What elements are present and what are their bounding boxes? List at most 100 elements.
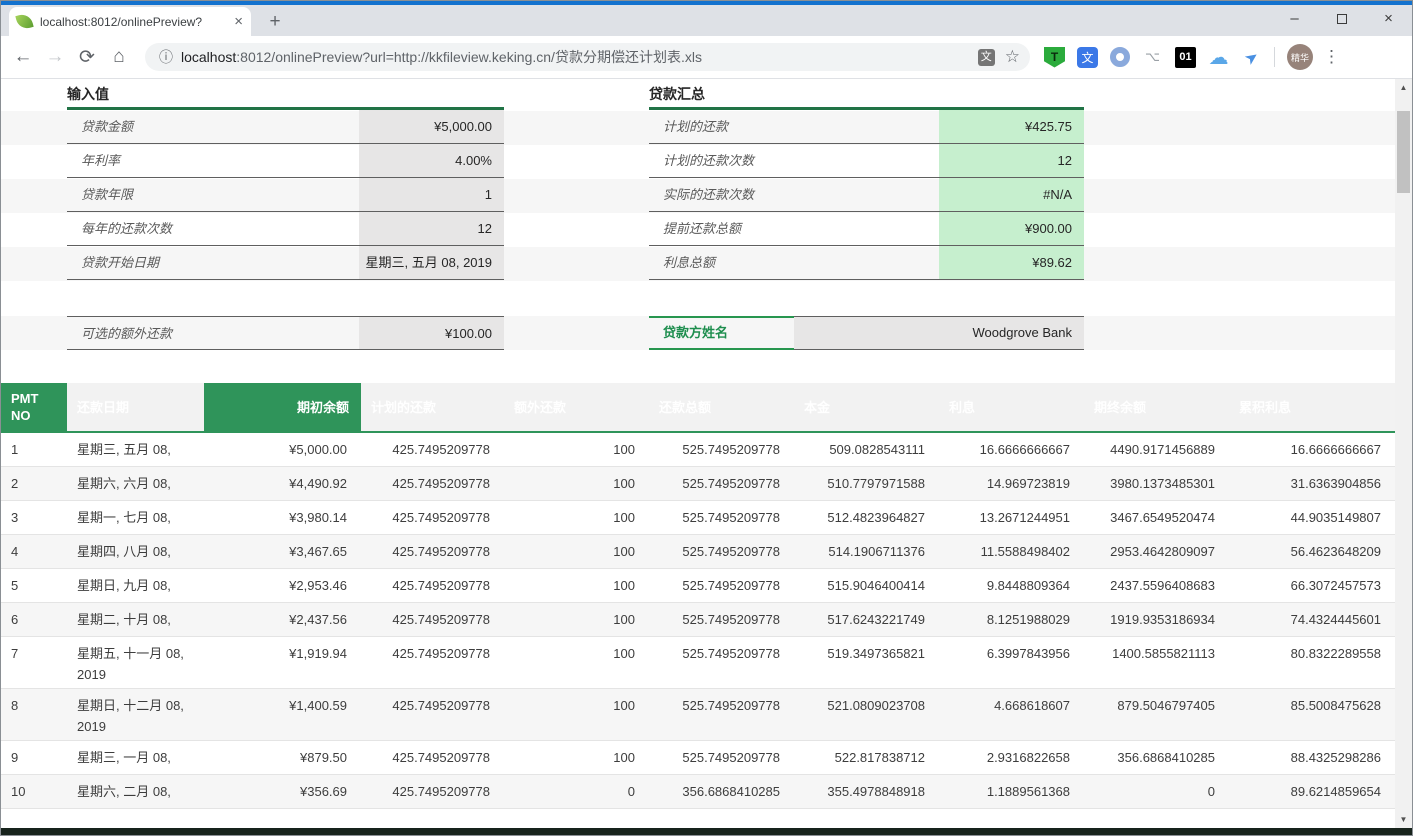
kkfileview-leaf-favicon bbox=[15, 12, 33, 30]
cell: 525.7495209778 bbox=[649, 501, 794, 534]
url-domain: localhost bbox=[181, 49, 236, 65]
cell: 519.3497365821 bbox=[794, 637, 939, 688]
column-header: 期初余额 bbox=[204, 383, 361, 431]
cell: 356.6868410285 bbox=[649, 775, 794, 808]
column-header: 本金 bbox=[794, 383, 939, 431]
cell: 425.7495209778 bbox=[361, 637, 504, 688]
summary-section-title: 贷款汇总 bbox=[649, 84, 705, 104]
badge01-extension-icon[interactable]: 01 bbox=[1175, 47, 1196, 68]
row-label: 贷款金额 bbox=[67, 110, 359, 143]
home-icon[interactable]: ⌂ bbox=[103, 46, 135, 68]
column-header: 还款总额 bbox=[649, 383, 794, 431]
column-header: PMT NO bbox=[1, 383, 67, 431]
cell: 80.8322289558 bbox=[1229, 637, 1395, 688]
table-row: 4星期四, 八月 08, 2019¥3,467.65425.7495209778… bbox=[1, 535, 1395, 569]
url-text[interactable]: localhost:8012/onlinePreview?url=http://… bbox=[181, 47, 972, 67]
bookmark-star-icon[interactable]: ☆ bbox=[1005, 47, 1020, 67]
close-button[interactable]: × bbox=[1365, 1, 1412, 36]
cell: 100 bbox=[504, 689, 649, 740]
cell: 100 bbox=[504, 535, 649, 568]
address-bar[interactable]: ⓘ localhost:8012/onlinePreview?url=http:… bbox=[145, 43, 1030, 71]
cell: 7 bbox=[1, 637, 67, 688]
profile-avatar[interactable]: 精华 bbox=[1287, 44, 1313, 70]
cell: ¥3,980.14 bbox=[204, 501, 361, 534]
summary-row: 利息总额¥89.62 bbox=[649, 246, 1084, 280]
extensions-bar: T 文 ⌥ 01 ☁ ➤ 精华 bbox=[1044, 44, 1313, 70]
maximize-button[interactable] bbox=[1318, 1, 1365, 36]
table-row: 1星期三, 五月 08, 2019¥5,000.00425.7495209778… bbox=[1, 433, 1395, 467]
cell: 星期六, 二月 08, 2020 bbox=[67, 775, 204, 808]
sitemap-extension-icon[interactable]: ⌥ bbox=[1142, 47, 1163, 68]
cell: 9.8448809364 bbox=[939, 569, 1084, 602]
reload-icon[interactable]: ⟳ bbox=[71, 46, 103, 69]
inputs-section-title: 输入值 bbox=[67, 84, 109, 104]
column-header: 计划的还款 bbox=[361, 383, 504, 431]
url-path: :8012/onlinePreview?url=http://kkfilevie… bbox=[236, 49, 702, 65]
translate-extension-icon[interactable]: 文 bbox=[1077, 47, 1098, 68]
scroll-up-icon[interactable]: ▲ bbox=[1395, 79, 1412, 96]
cell: 425.7495209778 bbox=[361, 433, 504, 466]
table-row: 7星期五, 十一月 08, 2019¥1,919.94425.749520977… bbox=[1, 637, 1395, 689]
cell: 100 bbox=[504, 603, 649, 636]
cell: 16.6666666667 bbox=[1229, 433, 1395, 466]
row-value: 1 bbox=[359, 178, 504, 211]
minimize-button[interactable]: – bbox=[1271, 1, 1318, 36]
cell: 522.817838712 bbox=[794, 741, 939, 774]
scrollbar-thumb[interactable] bbox=[1397, 111, 1410, 193]
cell: 8.1251988029 bbox=[939, 603, 1084, 636]
row-value: #N/A bbox=[939, 178, 1084, 211]
tampermonkey-extension-icon[interactable]: T bbox=[1044, 47, 1065, 68]
cell: 星期六, 六月 08, 2019 bbox=[67, 467, 204, 500]
row-value: ¥900.00 bbox=[939, 212, 1084, 245]
tab-strip: localhost:8012/onlinePreview? × + – × bbox=[1, 5, 1412, 36]
new-tab-button[interactable]: + bbox=[263, 11, 287, 35]
cell: 3980.1373485301 bbox=[1084, 467, 1229, 500]
back-icon[interactable]: ← bbox=[7, 46, 39, 68]
translate-icon[interactable]: 文 bbox=[978, 49, 995, 66]
bird-extension-icon[interactable]: ➤ bbox=[1237, 42, 1266, 71]
cell: 2.9316822658 bbox=[939, 741, 1084, 774]
cell: 425.7495209778 bbox=[361, 569, 504, 602]
cell: 11.5588498402 bbox=[939, 535, 1084, 568]
cell: 879.5046797405 bbox=[1084, 689, 1229, 740]
cell: 509.0828543111 bbox=[794, 433, 939, 466]
row-label: 计划的还款次数 bbox=[649, 144, 939, 177]
cell: 6 bbox=[1, 603, 67, 636]
row-value: ¥425.75 bbox=[939, 110, 1084, 143]
summary-table: 计划的还款¥425.75计划的还款次数12实际的还款次数#N/A提前还款总额¥9… bbox=[649, 110, 1084, 280]
cloud-extension-icon[interactable]: ☁ bbox=[1208, 47, 1229, 68]
cell: 3 bbox=[1, 501, 67, 534]
scroll-down-icon[interactable]: ▼ bbox=[1395, 811, 1412, 828]
cell: 510.7797971588 bbox=[794, 467, 939, 500]
cell: ¥2,437.56 bbox=[204, 603, 361, 636]
column-header: 利息 bbox=[939, 383, 1084, 431]
chrome-menu-icon[interactable]: ⋮ bbox=[1323, 47, 1340, 67]
cell: 74.4324445601 bbox=[1229, 603, 1395, 636]
row-value: 12 bbox=[359, 212, 504, 245]
row-value: ¥100.00 bbox=[359, 317, 504, 349]
cell: 4 bbox=[1, 535, 67, 568]
page-info-icon[interactable]: ⓘ bbox=[159, 47, 173, 67]
proxy-extension-icon[interactable] bbox=[1110, 47, 1130, 67]
cell: 100 bbox=[504, 637, 649, 688]
cell: 525.7495209778 bbox=[649, 467, 794, 500]
forward-icon[interactable]: → bbox=[39, 46, 71, 68]
cell: 星期三, 五月 08, 2019 bbox=[67, 433, 204, 466]
cell: 14.969723819 bbox=[939, 467, 1084, 500]
row-value: 12 bbox=[939, 144, 1084, 177]
cell: ¥2,953.46 bbox=[204, 569, 361, 602]
cell: 100 bbox=[504, 741, 649, 774]
browser-toolbar: ← → ⟳ ⌂ ⓘ localhost:8012/onlinePreview?u… bbox=[1, 36, 1412, 79]
row-value: 4.00% bbox=[359, 144, 504, 177]
tab-close-icon[interactable]: × bbox=[234, 13, 243, 30]
table-row: 2星期六, 六月 08, 2019¥4,490.92425.7495209778… bbox=[1, 467, 1395, 501]
browser-tab[interactable]: localhost:8012/onlinePreview? × bbox=[9, 7, 251, 36]
row-value: ¥5,000.00 bbox=[359, 110, 504, 143]
vertical-scrollbar[interactable]: ▲ ▼ bbox=[1395, 79, 1412, 828]
cell: ¥356.69 bbox=[204, 775, 361, 808]
column-header: 期终余额 bbox=[1084, 383, 1229, 431]
lender-value: Woodgrove Bank bbox=[794, 316, 1084, 350]
cell: 356.6868410285 bbox=[1084, 741, 1229, 774]
browser-window: localhost:8012/onlinePreview? × + – × ← … bbox=[0, 0, 1413, 836]
row-value: ¥89.62 bbox=[939, 246, 1084, 279]
